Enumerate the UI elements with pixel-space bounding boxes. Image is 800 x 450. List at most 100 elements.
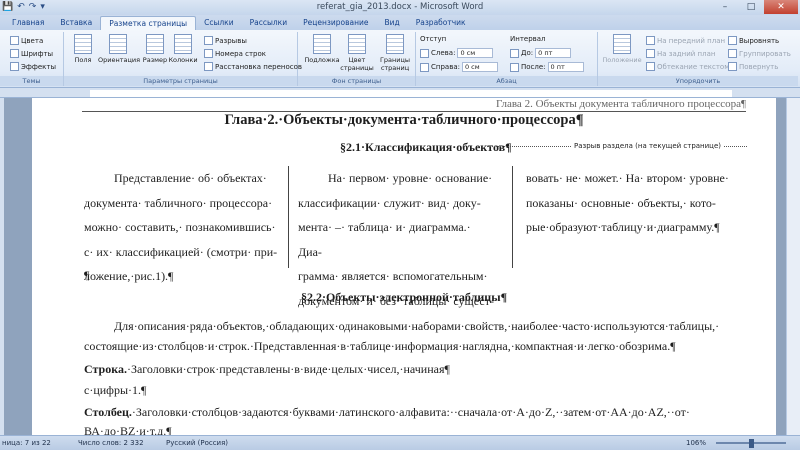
- tab-page-layout[interactable]: Разметка страницы: [100, 16, 197, 30]
- align-icon: [728, 36, 737, 45]
- vertical-scrollbar[interactable]: [786, 98, 800, 435]
- tab-review[interactable]: Рецензирование: [295, 16, 376, 30]
- running-header: Глава 2. Объекты документа табличного пр…: [495, 98, 746, 110]
- page-background-group-label: Фон страницы: [298, 76, 415, 86]
- column-line: ложение,·рис.1).¶: [84, 269, 174, 283]
- column-line: с· их· классификацией· (смотри· при-: [84, 244, 278, 259]
- margins-icon: [74, 34, 92, 54]
- rotate-button[interactable]: Повернуть: [728, 62, 778, 71]
- column-line: Представление· об· объектах·: [114, 171, 267, 185]
- rotate-icon: [728, 62, 737, 71]
- paragraph-row-heading: Строка.·Заголовки·строк·представлены·в·в…: [84, 359, 764, 379]
- page-color-icon: [348, 34, 366, 54]
- page-background-group: Подложка Цвет страницы Границы страниц Ф…: [298, 32, 416, 86]
- bring-front-button[interactable]: На передний план: [646, 36, 725, 45]
- hyphenation-button[interactable]: Расстановка переносов: [204, 62, 302, 71]
- spacing-after-input[interactable]: 0 пт: [547, 62, 584, 72]
- page-count[interactable]: ница: 7 из 22: [2, 439, 51, 447]
- column-line: классификации· служит· вид· доку-: [298, 195, 481, 210]
- column-line: грамма· является· вспомогательным·: [298, 269, 488, 283]
- columns-icon: [174, 34, 192, 54]
- document-page[interactable]: Глава 2. Объекты документа табличного пр…: [32, 98, 776, 435]
- tab-home[interactable]: Главная: [4, 16, 52, 30]
- spacing-after-icon: [510, 62, 519, 72]
- theme-fonts-button[interactable]: Шрифты: [10, 49, 53, 58]
- close-button[interactable]: ✕: [764, 0, 798, 14]
- status-bar: ница: 7 из 22 Число слов: 2 332 Русский …: [0, 435, 800, 450]
- tab-view[interactable]: Вид: [376, 16, 407, 30]
- ribbon: Цвета Шрифты Эффекты Темы Поля Ориентаци…: [0, 30, 800, 88]
- breaks-icon: [204, 36, 213, 45]
- row-term: Строка.: [84, 362, 127, 376]
- maximize-button[interactable]: □: [738, 0, 764, 14]
- paragraph-line: ВА·до·BZ·и·т.д.¶: [84, 424, 172, 435]
- group-button[interactable]: Группировать: [728, 49, 791, 58]
- effects-icon: [10, 62, 19, 71]
- watermark-icon: [313, 34, 331, 54]
- tab-developer[interactable]: Разработчик: [408, 16, 474, 30]
- indent-left-input[interactable]: 0 см: [457, 48, 494, 58]
- line-numbers-icon: [204, 49, 213, 58]
- page-borders-icon: [386, 34, 404, 54]
- spacing-heading: Интервал: [510, 35, 546, 43]
- word-count[interactable]: Число слов: 2 332: [78, 439, 144, 447]
- tab-references[interactable]: Ссылки: [196, 16, 241, 30]
- watermark-button[interactable]: Подложка: [302, 34, 342, 64]
- window-controls: – □ ✕: [712, 0, 798, 14]
- align-button[interactable]: Выровнять: [728, 36, 779, 45]
- text-column-3: вовать· не· может.· На· втором· уровне· …: [526, 166, 736, 240]
- minimize-button[interactable]: –: [712, 0, 738, 14]
- position-button[interactable]: Положение: [600, 34, 644, 64]
- section-heading-2-2: §2.2·Объекты·электронной·таблицы¶: [300, 290, 508, 304]
- paragraph-line: с·цифры·1.¶: [84, 383, 147, 397]
- page-color-button[interactable]: Цвет страницы: [338, 34, 376, 72]
- indent-left-icon: [420, 48, 429, 58]
- line-numbers-button[interactable]: Номера строк: [204, 49, 266, 58]
- column-line: На· первом· уровне· основание·: [328, 171, 493, 185]
- zoom-slider-thumb[interactable]: [749, 439, 754, 448]
- horizontal-ruler[interactable]: [0, 88, 800, 98]
- empty-paragraph: ¶: [84, 268, 90, 282]
- ribbon-tabs: Главная Вставка Разметка страницы Ссылки…: [0, 15, 800, 30]
- hyphenation-icon: [204, 62, 213, 71]
- indent-right-icon: [420, 62, 429, 72]
- spacing-after: После: 0 пт: [510, 62, 584, 72]
- column-line: документа· табличного· процессора·: [84, 195, 273, 210]
- orientation-button[interactable]: Ориентация: [98, 34, 140, 64]
- margins-button[interactable]: Поля: [66, 34, 100, 64]
- paragraph-column-heading: Столбец.·Заголовки·столбцов·задаются·бук…: [84, 402, 764, 422]
- column-line: мента· –· таблица· и· диаграмма.· Диа-: [298, 220, 471, 259]
- arrange-group-label: Упорядочить: [598, 76, 798, 86]
- column-line: показаны· основные· объекты,· кото-: [526, 195, 716, 210]
- send-back-button[interactable]: На задний план: [646, 49, 715, 58]
- themes-group: Цвета Шрифты Эффекты Темы: [0, 32, 64, 86]
- group-icon: [728, 49, 737, 58]
- indent-right-input[interactable]: 0 см: [461, 62, 498, 72]
- paragraph-group-label: Абзац: [416, 76, 597, 86]
- page-setup-group-label: Параметры страницы: [64, 76, 297, 86]
- orientation-icon: [109, 34, 127, 54]
- zoom-level[interactable]: 106%: [686, 439, 706, 447]
- column-line: рые·образуют·таблицу·и·диаграмму.¶: [526, 220, 720, 234]
- theme-effects-button[interactable]: Эффекты: [10, 62, 56, 71]
- theme-colors-button[interactable]: Цвета: [10, 36, 43, 45]
- position-icon: [613, 34, 631, 54]
- tab-mailings[interactable]: Рассылки: [242, 16, 296, 30]
- language-indicator[interactable]: Русский (Россия): [166, 439, 228, 447]
- column-divider: [512, 166, 513, 268]
- indent-right: Справа: 0 см: [420, 62, 498, 72]
- breaks-button[interactable]: Разрывы: [204, 36, 247, 45]
- columns-button[interactable]: Колонки: [166, 34, 200, 64]
- text-wrap-icon: [646, 62, 655, 71]
- colors-icon: [10, 36, 19, 45]
- document-area: Глава 2. Объекты документа табличного пр…: [4, 98, 786, 435]
- themes-group-label: Темы: [0, 76, 63, 86]
- spacing-before-input[interactable]: 0 пт: [535, 48, 572, 58]
- column-definition: ·Заголовки·столбцов·задаются·буквами·лат…: [131, 405, 690, 419]
- section-heading-2-1: §2.1·Классификация·объектов¶: [340, 140, 512, 154]
- spacing-before: До: 0 пт: [510, 48, 572, 58]
- tab-insert[interactable]: Вставка: [52, 16, 100, 30]
- page-borders-button[interactable]: Границы страниц: [376, 34, 414, 72]
- row-definition: ·Заголовки·строк·представлены·в·виде·цел…: [126, 362, 450, 376]
- text-wrap-button[interactable]: Обтекание текстом: [646, 62, 730, 71]
